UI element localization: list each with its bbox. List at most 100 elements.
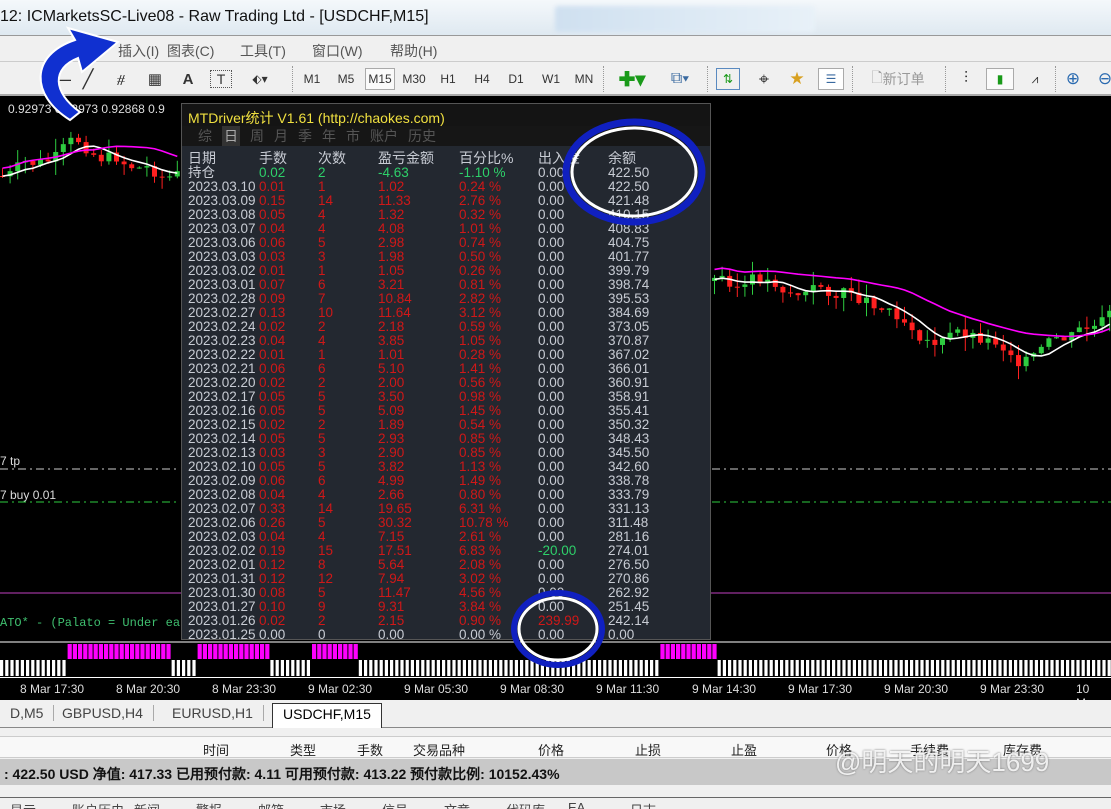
- tf-h4[interactable]: H4: [467, 68, 497, 90]
- tf-m15[interactable]: M15: [365, 68, 395, 90]
- terminal-tab[interactable]: 显示: [10, 800, 36, 809]
- cell: 2023.03.01: [188, 277, 256, 292]
- candle: [894, 308, 900, 320]
- session-bar: [837, 660, 841, 676]
- new-chart-icon[interactable]: ✚▾: [612, 68, 652, 91]
- terminal-tab[interactable]: 代码库: [506, 800, 545, 809]
- session-bar: [1008, 660, 1012, 676]
- tf-d1[interactable]: D1: [501, 68, 531, 90]
- fibo-expansion-icon[interactable]: ⧣: [108, 68, 134, 90]
- cell: 1: [318, 347, 326, 362]
- chart-tab[interactable]: EURUSD,H1: [162, 705, 264, 721]
- cell: 14: [318, 193, 334, 208]
- column-header[interactable]: 手数: [357, 740, 383, 759]
- candlestick-chart-icon[interactable]: ▮: [986, 68, 1014, 90]
- session-bar: [540, 660, 544, 676]
- cell: 401.77: [608, 249, 650, 264]
- cell: 6.83 %: [459, 543, 502, 558]
- tf-h1[interactable]: H1: [433, 68, 463, 90]
- cell: 0.09: [259, 291, 286, 306]
- tf-m30[interactable]: M30: [399, 68, 429, 90]
- panel-tab[interactable]: 季: [298, 126, 312, 146]
- panel-tab[interactable]: 账户: [370, 126, 398, 146]
- tf-mn[interactable]: MN: [569, 68, 599, 90]
- session-bar: [390, 660, 394, 676]
- terminal-tab[interactable]: 信号: [382, 800, 408, 809]
- column-header[interactable]: 类型: [290, 740, 316, 759]
- panel-tabs: 综日周月季年市账户 历史: [182, 126, 710, 146]
- column-header[interactable]: 时间: [203, 740, 229, 759]
- candle: [1054, 337, 1059, 339]
- column-header[interactable]: 交易品种: [413, 740, 465, 759]
- favorites-folder-icon[interactable]: ★: [785, 68, 809, 90]
- zoom-out-icon[interactable]: ⊖: [1092, 68, 1111, 90]
- column-header: 日期: [188, 150, 216, 166]
- fibo-retracement-icon[interactable]: ▦: [144, 68, 166, 90]
- session-bar: [769, 660, 773, 676]
- cell: 0.32 %: [459, 207, 502, 222]
- session-bar: [702, 644, 707, 659]
- zoom-in-icon[interactable]: ⊕: [1060, 68, 1086, 90]
- tf-m5[interactable]: M5: [331, 68, 361, 90]
- tf-m1[interactable]: M1: [297, 68, 327, 90]
- panel-tab[interactable]: 日: [222, 126, 240, 146]
- new-order-button[interactable]: 🗋 新订单: [862, 68, 934, 90]
- text-label-icon[interactable]: T: [210, 70, 232, 88]
- arrows-dropdown-icon[interactable]: ⬖▾: [244, 68, 276, 90]
- separator: [292, 66, 293, 92]
- candle: [902, 319, 907, 323]
- panel-tab[interactable]: 综: [198, 126, 212, 146]
- terminal-tab[interactable]: 日志: [630, 800, 656, 809]
- chart-tab[interactable]: D,M5: [0, 705, 55, 721]
- text-tool-button[interactable]: A: [178, 68, 198, 90]
- chart-tab[interactable]: GBPUSD,H4: [52, 705, 154, 721]
- table-row: 2023.02.16 0.05 5 5.09 1.45 % 0.00 355.41: [188, 404, 708, 418]
- terminal-tab[interactable]: EA: [568, 800, 585, 809]
- cell: 0.00: [538, 445, 565, 460]
- session-bar: [379, 660, 383, 676]
- panel-tab[interactable]: 年: [322, 126, 336, 146]
- terminal-tab[interactable]: 市场: [320, 800, 346, 809]
- horizontal-line-icon[interactable]: —: [52, 68, 72, 90]
- line-chart-icon[interactable]: ⩘: [1022, 68, 1048, 90]
- trendline-icon[interactable]: ╱: [78, 68, 98, 90]
- menu-tools[interactable]: 工具(T): [240, 41, 286, 61]
- menu-help[interactable]: 帮助(H): [390, 41, 437, 61]
- cell: 0.00: [538, 263, 565, 278]
- time-label: 9 Mar 17:30: [788, 682, 853, 696]
- candle: [909, 322, 915, 331]
- panel-tab[interactable]: 市: [346, 126, 360, 146]
- chart-tab[interactable]: USDCHF,M15: [272, 703, 382, 728]
- table-row: 2023.02.08 0.04 4 2.66 0.80 % 0.00 333.79: [188, 488, 708, 502]
- profiles-icon[interactable]: ⧉▾: [660, 68, 700, 90]
- cell: 5.10: [378, 361, 405, 376]
- bar-chart-icon[interactable]: ⫶: [953, 68, 979, 90]
- crosshair-icon[interactable]: ⌖: [752, 68, 776, 90]
- terminal-tab[interactable]: 邮箱: [258, 800, 284, 809]
- tf-w1[interactable]: W1: [536, 68, 566, 90]
- terminal-tab[interactable]: 账户历史: [72, 800, 124, 809]
- column-header: 手数: [259, 150, 287, 166]
- cell: 0.05: [259, 459, 286, 474]
- market-watch-icon[interactable]: ⇅: [716, 68, 740, 90]
- column-header[interactable]: 价格: [538, 740, 564, 759]
- column-header[interactable]: 止盈: [731, 740, 757, 759]
- table-row: 2023.02.15 0.02 2 1.89 0.54 % 0.00 350.32: [188, 418, 708, 432]
- cell: 0.26 %: [459, 263, 502, 278]
- column-header[interactable]: 止损: [635, 740, 661, 759]
- cell: 0.04: [259, 333, 286, 348]
- menu-window[interactable]: 窗口(W): [312, 41, 363, 61]
- panel-tab[interactable]: 周: [250, 126, 264, 146]
- terminal-tab[interactable]: 文章: [444, 800, 470, 809]
- terminal-tab[interactable]: 警报: [196, 800, 222, 809]
- cell: 0.56 %: [459, 375, 502, 390]
- menu-insert[interactable]: 插入(I): [118, 41, 159, 61]
- candle: [1084, 327, 1090, 329]
- panel-tab[interactable]: 历史: [408, 126, 436, 146]
- session-bar: [988, 660, 992, 676]
- session-bar: [140, 644, 145, 659]
- terminal-tab[interactable]: 新闻: [134, 800, 160, 809]
- panel-tab[interactable]: 月: [274, 126, 288, 146]
- navigator-icon[interactable]: ☰: [818, 68, 844, 90]
- menu-chart[interactable]: 图表(C): [167, 41, 214, 61]
